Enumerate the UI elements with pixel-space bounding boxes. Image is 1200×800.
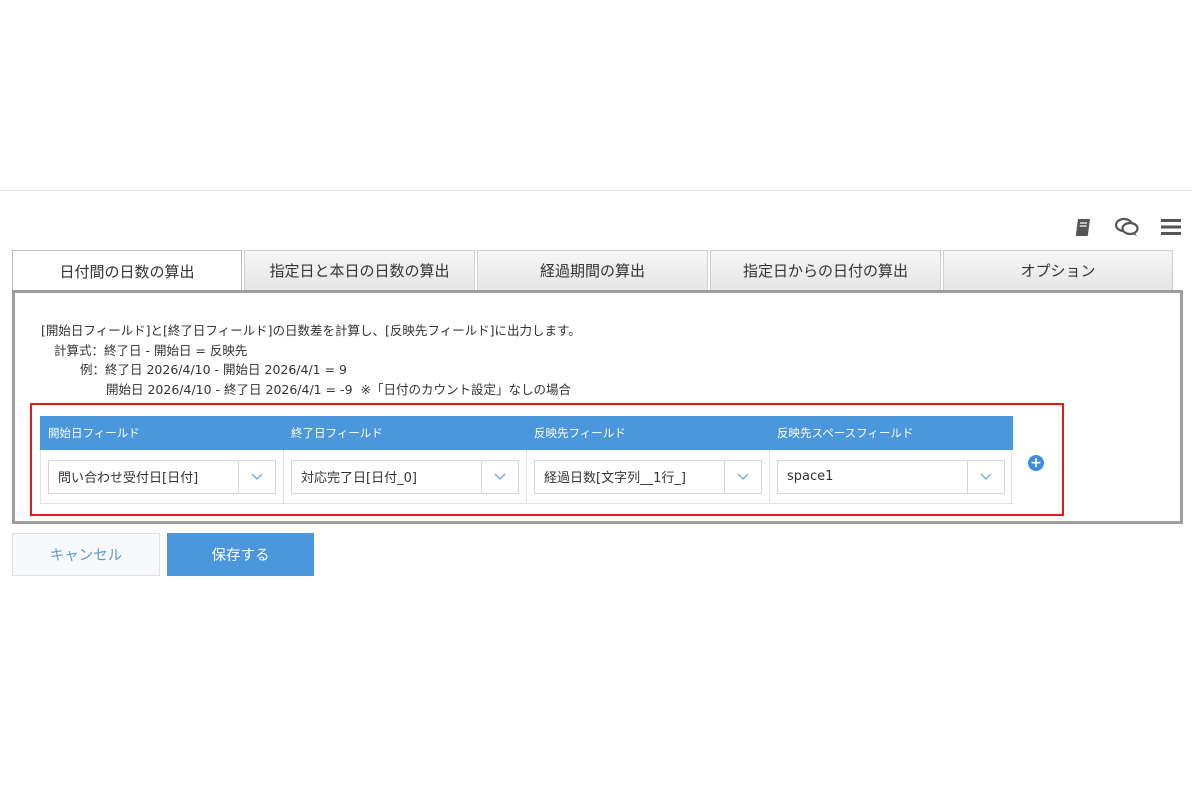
example-line: 例：終了日 2026/4/10 - 開始日 2026/4/1 = 9 (80, 362, 348, 377)
tab-days-from-today[interactable]: 指定日と本日の日数の算出 (244, 250, 475, 290)
header-target-space-field: 反映先スペースフィールド (777, 426, 914, 440)
add-row-button[interactable]: + (1028, 455, 1044, 471)
description-line: [開始日フィールド]と[終了日フィールド]の日数差を計算し、[反映先フィールド]… (41, 323, 581, 338)
example-line-2: 開始日 2026/4/10 - 終了日 2026/4/1 = -9 ※「日付のカ… (106, 381, 571, 397)
header-start-date-field: 開始日フィールド (48, 426, 140, 440)
tab-bar: 日付間の日数の算出 指定日と本日の日数の算出 経過期間の算出 指定日からの日付の… (12, 250, 1183, 292)
tab-date-from-specified[interactable]: 指定日からの日付の算出 (710, 250, 941, 290)
start-date-field-select[interactable]: 問い合わせ受付日[日付] (48, 459, 276, 494)
book-icon[interactable] (1070, 214, 1096, 240)
hamburger-menu-icon[interactable] (1158, 214, 1184, 240)
field-grid-row: 問い合わせ受付日[日付] 対応完了日[日付_0] 経過日数[文字列__1行_] … (40, 450, 1013, 504)
tab-elapsed-period[interactable]: 経過期間の算出 (477, 250, 708, 290)
field-grid-header: 開始日フィールド 終了日フィールド 反映先フィールド 反映先スペースフィールド (40, 416, 1013, 450)
toolbar-icons (1070, 214, 1184, 240)
cell-end-date: 対応完了日[日付_0] (283, 450, 526, 503)
cell-target: 経過日数[文字列__1行_] (526, 450, 769, 503)
header-end-date-field: 終了日フィールド (291, 426, 383, 440)
header-target-field: 反映先フィールド (534, 426, 626, 440)
select-value: 対応完了日[日付_0] (301, 471, 417, 486)
tab-options[interactable]: オプション (943, 250, 1173, 290)
description: [開始日フィールド]と[終了日フィールド]の日数差を計算し、[反映先フィールド]… (41, 321, 581, 399)
target-field-select[interactable]: 経過日数[文字列__1行_] (534, 459, 762, 494)
select-value: 問い合わせ受付日[日付] (58, 471, 199, 486)
top-divider (0, 190, 1192, 191)
select-value: 経過日数[文字列__1行_] (544, 471, 686, 486)
chat-bubbles-icon[interactable] (1114, 214, 1140, 240)
chevron-down-icon (481, 460, 518, 493)
cell-start-date: 問い合わせ受付日[日付] (40, 450, 283, 503)
formula-line: 計算式：終了日 - 開始日 = 反映先 (54, 342, 248, 358)
tab-days-between-dates[interactable]: 日付間の日数の算出 (12, 250, 242, 292)
cancel-button[interactable]: キャンセル (12, 533, 160, 576)
end-date-field-select[interactable]: 対応完了日[日付_0] (291, 459, 519, 494)
select-value: space1 (787, 469, 834, 484)
save-button[interactable]: 保存する (167, 533, 314, 576)
chevron-down-icon (238, 460, 275, 493)
cell-target-space: space1 (769, 450, 1012, 503)
chevron-down-icon (724, 460, 761, 493)
chevron-down-icon (967, 460, 1004, 493)
target-space-field-select[interactable]: space1 (777, 459, 1005, 494)
